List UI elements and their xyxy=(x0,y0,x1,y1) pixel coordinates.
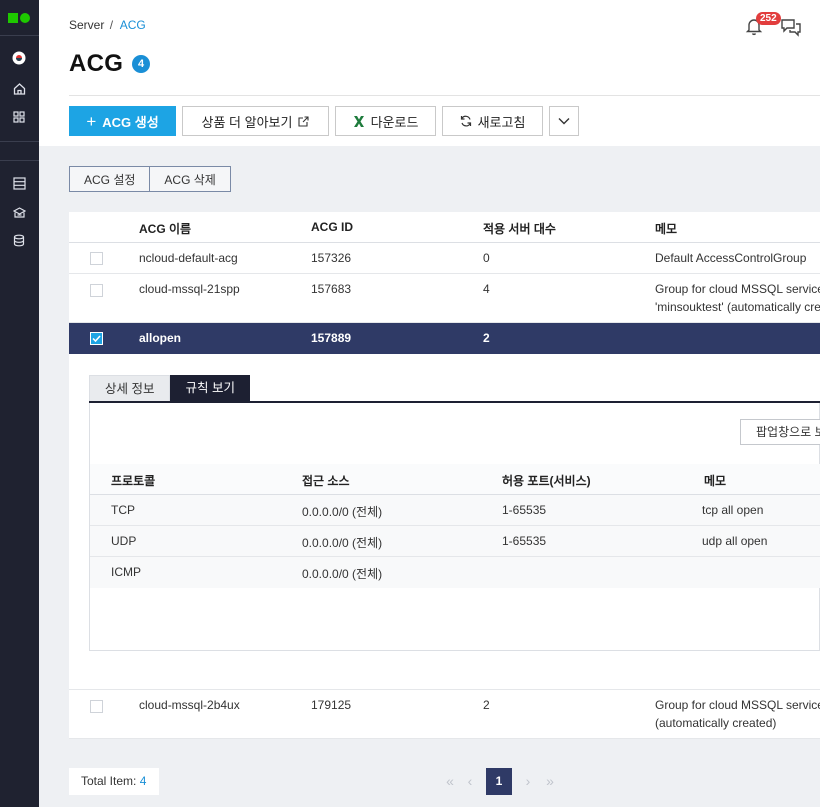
server-count: 2 xyxy=(483,698,490,712)
more-dropdown-button[interactable] xyxy=(549,106,579,136)
storage-icon[interactable] xyxy=(11,204,27,220)
learn-more-label: 상품 더 알아보기 xyxy=(201,114,293,130)
col-memo[interactable]: 메모 xyxy=(655,220,677,237)
detail-tabs: 상세 정보 규칙 보기 xyxy=(89,375,250,401)
acg-table-header: ACG 이름 ACG ID 적용 서버 대수 메모 xyxy=(69,212,820,243)
total-items-count: 4 xyxy=(139,774,147,788)
refresh-label: 새로고침 xyxy=(477,114,526,130)
breadcrumb-acg[interactable]: ACG xyxy=(120,18,146,32)
external-link-icon xyxy=(298,115,310,127)
acg-name: cloud-mssql-21spp xyxy=(139,282,240,296)
server-count: 4 xyxy=(483,282,490,296)
page-current[interactable]: 1 xyxy=(486,768,512,795)
home-icon[interactable] xyxy=(11,80,27,96)
excel-icon xyxy=(353,115,364,127)
rule-memo: tcp all open xyxy=(702,503,764,517)
row-checkbox[interactable] xyxy=(90,252,103,265)
rule-protocol: UDP xyxy=(111,534,137,548)
acg-action-buttons: ACG 설정 ACG 삭제 xyxy=(69,166,231,192)
plus-icon: + xyxy=(86,111,97,131)
tab-detail-info[interactable]: 상세 정보 xyxy=(89,375,171,401)
page-title: ACG xyxy=(69,50,124,77)
server-list-icon[interactable] xyxy=(11,175,27,191)
breadcrumb: Server / ACG xyxy=(69,18,146,32)
row-checkbox-checked[interactable] xyxy=(90,332,103,345)
rule-row: ICMP 0.0.0.0/0 (전체) xyxy=(90,557,820,588)
acg-name: ncloud-default-acg xyxy=(139,251,238,265)
rules-container: 팝업창으로 보 프로토콜 접근 소스 허용 포트(서비스) 메모 TCP 0.0… xyxy=(89,403,820,651)
rule-port: 1-65535 xyxy=(502,503,547,517)
acg-memo-line2: (automatically created) xyxy=(655,716,777,730)
acg-memo-line2: 'minsouktest' (automatically cre xyxy=(655,300,820,314)
acg-detail-panel: 상세 정보 규칙 보기 팝업창으로 보 프로토콜 접근 소스 허용 포트(서비스… xyxy=(69,354,820,689)
first-page-icon[interactable]: « xyxy=(440,768,460,795)
table-row[interactable]: cloud-mssql-2b4ux 179125 2 Group for clo… xyxy=(69,689,820,739)
refresh-button[interactable]: 새로고침 xyxy=(442,106,543,136)
total-items-label: Total Item: xyxy=(81,774,137,788)
rule-row: UDP 0.0.0.0/0 (전체) 1-65535 udp all open xyxy=(90,526,820,557)
col-source: 접근 소스 xyxy=(302,474,350,488)
refresh-icon xyxy=(460,115,471,127)
rule-source: 0.0.0.0/0 (전체) xyxy=(302,536,383,550)
rule-protocol: ICMP xyxy=(111,565,141,579)
total-items: Total Item: 4 xyxy=(69,768,159,795)
chat-icon[interactable] xyxy=(780,17,802,37)
left-nav-rail xyxy=(0,0,39,807)
checkmark-icon xyxy=(92,335,101,343)
download-button[interactable]: 다운로드 xyxy=(335,106,436,136)
rules-table-header: 프로토콜 접근 소스 허용 포트(서비스) 메모 xyxy=(90,464,820,495)
rule-port: 1-65535 xyxy=(502,534,547,548)
acg-memo-line1: Group for cloud MSSQL service xyxy=(655,282,820,296)
rule-source: 0.0.0.0/0 (전체) xyxy=(302,505,383,519)
acg-count-badge: 4 xyxy=(132,55,150,73)
acg-settings-button[interactable]: ACG 설정 xyxy=(69,166,151,192)
col-server-count[interactable]: 적용 서버 대수 xyxy=(483,220,556,237)
col-acg-name[interactable]: ACG 이름 xyxy=(139,220,191,237)
next-page-icon[interactable]: › xyxy=(518,768,538,795)
server-count: 2 xyxy=(483,331,490,345)
chevron-down-icon xyxy=(558,118,570,125)
acg-id: 157326 xyxy=(311,251,352,265)
acg-id: 157889 xyxy=(311,331,352,345)
row-checkbox[interactable] xyxy=(90,700,103,713)
rule-protocol: TCP xyxy=(111,503,135,517)
acg-id: 179125 xyxy=(311,698,352,712)
tab-rules[interactable]: 규칙 보기 xyxy=(170,375,250,401)
acg-delete-button[interactable]: ACG 삭제 xyxy=(150,166,231,192)
acg-name: cloud-mssql-2b4ux xyxy=(139,698,240,712)
create-acg-button[interactable]: + ACG 생성 xyxy=(69,106,176,136)
acg-name: allopen xyxy=(139,331,182,345)
table-row-selected[interactable]: allopen 157889 2 xyxy=(69,323,820,354)
col-acg-id[interactable]: ACG ID xyxy=(311,220,353,234)
prev-page-icon[interactable]: ‹ xyxy=(460,768,480,795)
region-korea-icon[interactable] xyxy=(11,50,27,66)
col-rule-memo: 메모 xyxy=(704,474,727,488)
server-count: 0 xyxy=(483,251,490,265)
rule-memo: udp all open xyxy=(702,534,768,548)
open-popup-button[interactable]: 팝업창으로 보 xyxy=(740,419,820,445)
col-protocol: 프로토콜 xyxy=(111,474,156,488)
acg-id: 157683 xyxy=(311,282,352,296)
col-port: 허용 포트(서비스) xyxy=(502,474,591,488)
last-page-icon[interactable]: » xyxy=(540,768,560,795)
header-divider xyxy=(69,95,820,96)
breadcrumb-separator: / xyxy=(109,18,114,32)
database-icon[interactable] xyxy=(11,232,27,248)
download-label: 다운로드 xyxy=(370,114,419,130)
rule-source: 0.0.0.0/0 (전체) xyxy=(302,567,383,581)
acg-memo: Default AccessControlGroup xyxy=(655,251,807,265)
breadcrumb-server[interactable]: Server xyxy=(69,18,104,32)
table-row[interactable]: cloud-mssql-21spp 157683 4 Group for clo… xyxy=(69,274,820,323)
dashboard-grid-icon[interactable] xyxy=(11,109,27,125)
rule-row: TCP 0.0.0.0/0 (전체) 1-65535 tcp all open xyxy=(90,495,820,526)
create-acg-label: ACG 생성 xyxy=(102,114,159,130)
acg-memo-line1: Group for cloud MSSQL service xyxy=(655,698,820,712)
ncloud-logo-icon[interactable] xyxy=(8,12,31,24)
row-checkbox[interactable] xyxy=(90,284,103,297)
table-row[interactable]: ncloud-default-acg 157326 0 Default Acce… xyxy=(69,243,820,274)
learn-more-button[interactable]: 상품 더 알아보기 xyxy=(182,106,329,136)
notification-count-badge: 252 xyxy=(756,12,781,25)
